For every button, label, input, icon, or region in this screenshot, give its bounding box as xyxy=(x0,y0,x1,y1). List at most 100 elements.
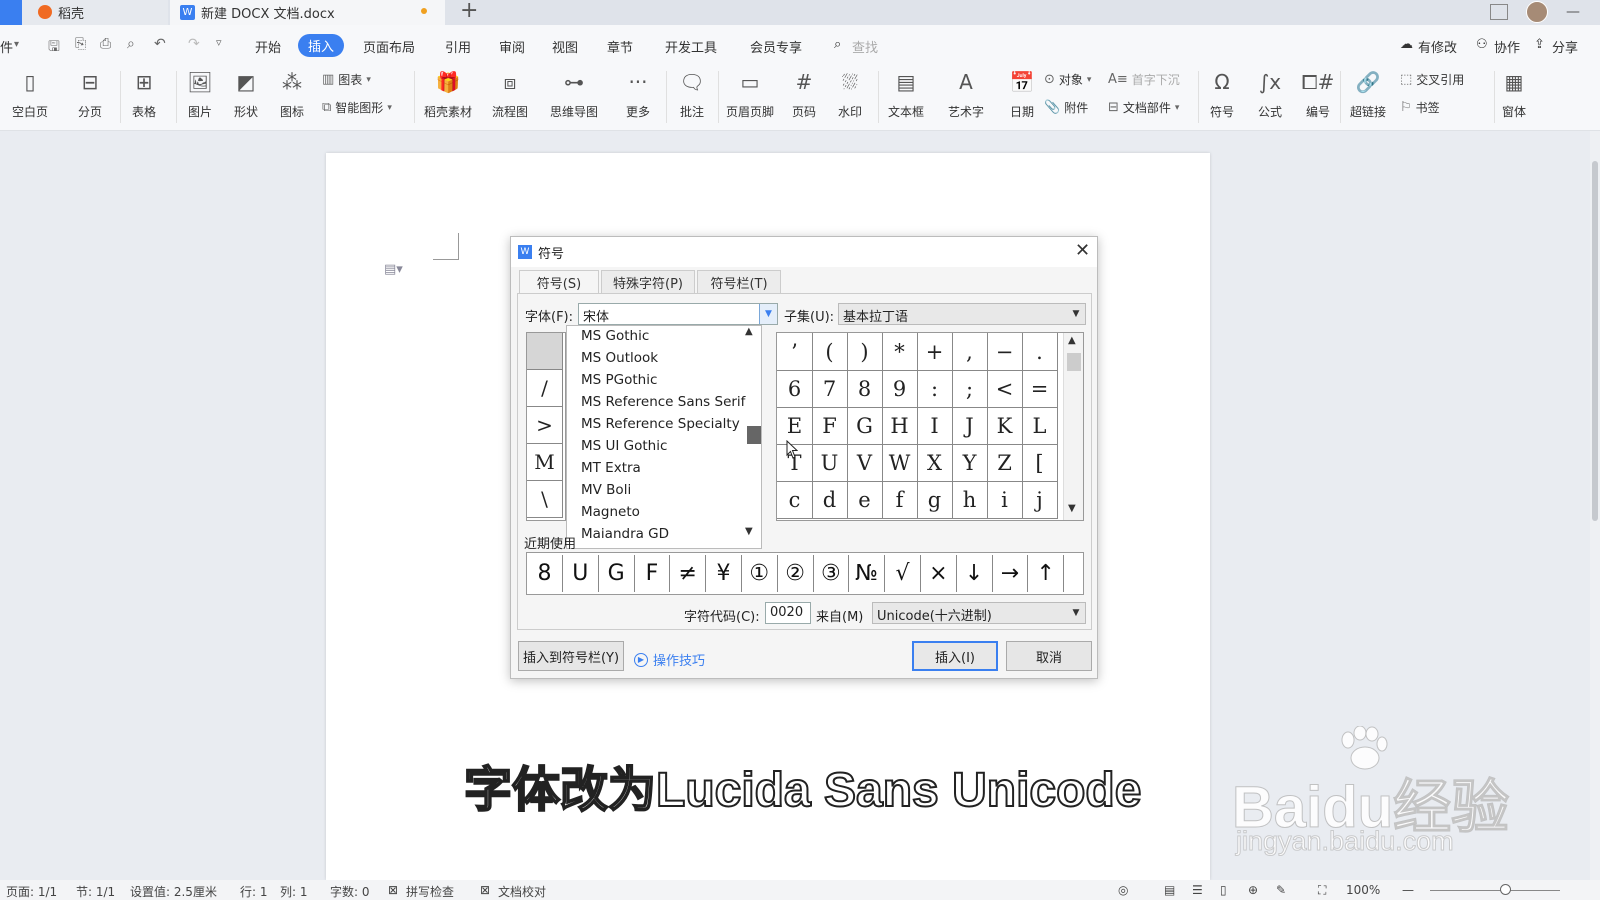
symbol-cell[interactable]: 6 xyxy=(777,370,813,408)
symbol-cell[interactable]: [ xyxy=(1022,444,1058,482)
symbol-cell[interactable]: X xyxy=(917,444,953,482)
menu-member[interactable]: 会员专享 xyxy=(750,37,802,56)
cross-ref-button[interactable]: ⬚ 交叉引用 xyxy=(1400,71,1464,88)
symbol-cell[interactable]: L xyxy=(1022,407,1058,445)
chevron-down-icon[interactable]: ▼ xyxy=(1067,603,1085,623)
scroll-down-icon[interactable]: ▼ xyxy=(1068,503,1076,514)
page-break-button[interactable]: ⊟ 分页 xyxy=(76,67,104,120)
zoom-slider[interactable] xyxy=(1430,890,1560,891)
picture-button[interactable]: 🖼 图片 xyxy=(186,67,214,120)
zoom-level[interactable]: 100% xyxy=(1346,883,1380,897)
eye-protect-icon[interactable]: ◎ xyxy=(1118,883,1128,897)
bookmark-button[interactable]: ⚐ 书签 xyxy=(1400,99,1440,116)
char-code-input[interactable]: 0020 xyxy=(765,602,811,624)
font-option[interactable]: MS Gothic xyxy=(581,328,649,344)
menu-view[interactable]: 视图 xyxy=(552,37,578,56)
recent-symbol-cell[interactable]: √ xyxy=(885,555,921,592)
mindmap-button[interactable]: ⊶ 思维导图 xyxy=(550,67,598,120)
font-list-scroll-thumb[interactable] xyxy=(747,426,761,444)
watermark-button[interactable]: ⛆ 水印 xyxy=(836,67,864,120)
tab-document[interactable]: W 新建 DOCX 文档.docx xyxy=(170,0,445,25)
font-option[interactable]: MS Reference Sans Serif xyxy=(581,394,745,410)
tab-symbol[interactable]: 符号(S) xyxy=(519,270,599,294)
insert-button[interactable]: 插入(I) xyxy=(912,641,998,671)
symbol-cell[interactable]: J xyxy=(952,407,988,445)
symbol-cell[interactable]: ’ xyxy=(777,333,813,371)
vertical-scrollbar[interactable] xyxy=(1590,131,1600,880)
search-input[interactable]: 查找 xyxy=(852,37,878,56)
search-icon[interactable]: ⌕ xyxy=(834,37,841,52)
symbol-cell[interactable]: Y xyxy=(952,444,988,482)
recent-symbol-cell[interactable]: → xyxy=(992,555,1029,592)
menu-chapter[interactable]: 章节 xyxy=(607,37,633,56)
date-button[interactable]: 📅 日期 xyxy=(1008,67,1036,120)
status-col[interactable]: 列: 1 xyxy=(280,883,308,900)
recent-symbol-cell[interactable]: ① xyxy=(742,555,778,592)
home-tab-strip[interactable] xyxy=(0,0,22,25)
dialog-title-bar[interactable]: W 符号 ✕ xyxy=(511,237,1097,267)
header-footer-button[interactable]: ▭ 页眉页脚 xyxy=(726,67,774,120)
symbol-cell[interactable]: f xyxy=(882,481,918,519)
avatar[interactable] xyxy=(1526,1,1548,23)
minimize-icon[interactable]: — xyxy=(1566,4,1580,20)
symbol-cell[interactable]: H xyxy=(882,407,918,445)
object-button[interactable]: ⊙ 对象 ▾ xyxy=(1044,71,1091,88)
close-icon[interactable]: ✕ xyxy=(1075,240,1090,261)
chevron-down-icon[interactable]: ▼ xyxy=(1067,304,1085,324)
menu-references[interactable]: 引用 xyxy=(445,37,471,56)
window-layout-icon[interactable] xyxy=(1490,4,1508,20)
daoke-material-button[interactable]: 🎁 稻壳素材 xyxy=(424,67,472,120)
tips-link[interactable]: ▶ 操作技巧 xyxy=(634,650,705,669)
comment-button[interactable]: 🗨 批注 xyxy=(678,67,706,120)
recent-symbol-cell[interactable]: № xyxy=(849,555,886,592)
chart-button[interactable]: ▥ 图表 ▾ xyxy=(322,71,371,88)
format-painter-icon[interactable]: ⎘ xyxy=(75,36,86,52)
symbol-cell[interactable]: V xyxy=(847,444,883,482)
symbol-cell[interactable]: 9 xyxy=(882,370,918,408)
insert-to-symbol-bar-button[interactable]: 插入到符号栏(Y) xyxy=(518,641,624,671)
symbol-cell[interactable]: c xyxy=(777,481,813,519)
scroll-down-icon[interactable]: ▼ xyxy=(745,526,753,537)
collaborate-button[interactable]: 协作 xyxy=(1494,37,1520,56)
modified-button[interactable]: 有修改 xyxy=(1418,37,1457,56)
symbol-cell[interactable]: Z xyxy=(987,444,1023,482)
recent-symbol-cell[interactable]: G xyxy=(599,555,635,592)
recent-symbol-cell[interactable]: ¥ xyxy=(706,555,742,592)
font-option[interactable]: MS PGothic xyxy=(581,372,657,388)
new-tab-button[interactable]: + xyxy=(460,0,478,23)
symbol-cell[interactable]: / xyxy=(527,370,563,407)
menu-review[interactable]: 审阅 xyxy=(499,37,525,56)
symbol-cell[interactable]: < xyxy=(987,370,1023,408)
page-view-icon[interactable]: ▤ xyxy=(1164,883,1175,897)
web-view-icon[interactable]: ⊕ xyxy=(1248,883,1258,897)
table-button[interactable]: ⊞ 表格 xyxy=(130,67,158,120)
status-row[interactable]: 行: 1 xyxy=(240,883,268,900)
undo-icon[interactable]: ↶ xyxy=(154,36,166,52)
font-option[interactable]: MS Outlook xyxy=(581,350,658,366)
symbol-cell[interactable]: ; xyxy=(952,370,988,408)
recent-symbol-cell[interactable]: ② xyxy=(778,555,814,592)
symbol-cell[interactable]: − xyxy=(987,333,1023,371)
scroll-up-icon[interactable]: ▲ xyxy=(745,326,753,337)
menu-file[interactable]: 件 xyxy=(0,37,13,56)
symbol-cell[interactable]: W xyxy=(882,444,918,482)
share-button[interactable]: 分享 xyxy=(1552,37,1578,56)
print-preview-icon[interactable]: ⌕ xyxy=(127,36,135,52)
symbol-cell[interactable]: \ xyxy=(527,481,563,518)
status-page[interactable]: 页面: 1/1 xyxy=(6,883,57,900)
tab-daoke[interactable]: 稻壳 xyxy=(0,0,168,25)
numbering-button[interactable]: ⧠# 编号 xyxy=(1302,67,1335,120)
symbol-cell[interactable]: M xyxy=(527,444,563,481)
zoom-slider-handle[interactable] xyxy=(1500,884,1511,895)
symbol-cell[interactable]: , xyxy=(952,333,988,371)
font-option[interactable]: MS UI Gothic xyxy=(581,438,667,454)
word-art-button[interactable]: A 艺术字 xyxy=(948,67,984,120)
icon-button[interactable]: ⁂ 图标 xyxy=(278,67,306,120)
symbol-cell[interactable]: d xyxy=(812,481,848,519)
pen-icon[interactable]: ✎ xyxy=(1276,883,1286,897)
customize-toolbar-icon[interactable]: ▿ xyxy=(216,36,222,49)
read-view-icon[interactable]: ▯ xyxy=(1220,883,1227,897)
shape-button[interactable]: ◩ 形状 xyxy=(232,67,260,120)
status-section[interactable]: 节: 1/1 xyxy=(76,883,115,900)
symbol-cell[interactable]: e xyxy=(847,481,883,519)
